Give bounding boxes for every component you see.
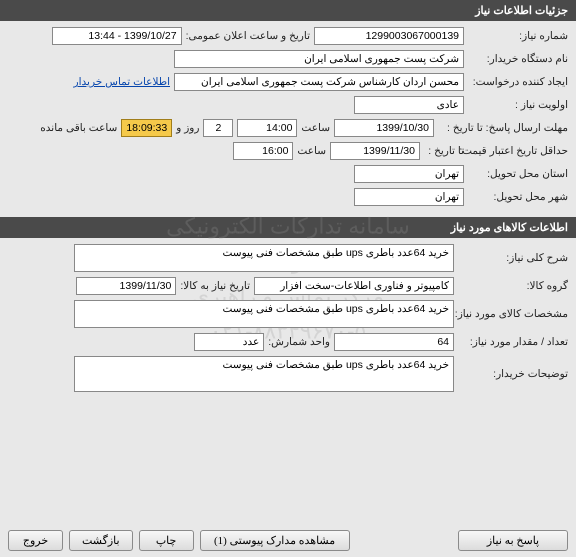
field-buyer-org: شرکت پست جمهوری اسلامی ایران bbox=[174, 50, 464, 68]
print-button[interactable]: چاپ bbox=[139, 530, 194, 551]
field-unit: عدد bbox=[194, 333, 264, 351]
label-need-number: شماره نیاز: bbox=[468, 30, 568, 42]
label-remaining: ساعت باقی مانده bbox=[40, 122, 117, 134]
label-priority: اولویت نیاز : bbox=[468, 99, 568, 111]
label-deadline: مهلت ارسال پاسخ: تا تاریخ : bbox=[438, 122, 568, 134]
section-goods-info: اطلاعات کالاهای مورد نیاز bbox=[0, 217, 576, 238]
field-days-left: 2 bbox=[203, 119, 233, 137]
field-need-number: 1299003067000139 bbox=[314, 27, 464, 45]
field-city: تهران bbox=[354, 188, 464, 206]
field-qty: 64 bbox=[334, 333, 454, 351]
label-goods-spec: مشخصات کالای مورد نیاز: bbox=[458, 308, 568, 320]
attachments-button[interactable]: مشاهده مدارک پیوستی (1) bbox=[200, 530, 350, 551]
label-buyer-notes: توضیحات خریدار: bbox=[458, 368, 568, 380]
field-announce: 1399/10/27 - 13:44 bbox=[52, 27, 182, 45]
label-goods-date: تاریخ نیاز به کالا: bbox=[180, 280, 250, 292]
field-deadline-time: 14:00 bbox=[237, 119, 297, 137]
field-state: تهران bbox=[354, 165, 464, 183]
respond-button[interactable]: پاسخ به نیاز bbox=[458, 530, 568, 551]
section-need-info: جزئیات اطلاعات نیاز bbox=[0, 0, 576, 21]
button-bar: خروج بازگشت چاپ مشاهده مدارک پیوستی (1) … bbox=[8, 530, 568, 551]
label-day-and: روز و bbox=[176, 122, 199, 134]
field-goods-group: کامپیوتر و فناوری اطلاعات-سخت افزار bbox=[254, 277, 454, 295]
field-priority: عادی bbox=[354, 96, 464, 114]
label-state: استان محل تحویل: bbox=[468, 168, 568, 180]
label-city: شهر محل تحویل: bbox=[468, 191, 568, 203]
exit-button[interactable]: خروج bbox=[8, 530, 63, 551]
label-time1: ساعت bbox=[301, 122, 330, 134]
field-deadline-date: 1399/10/30 bbox=[334, 119, 434, 137]
field-general-desc: خرید 64عدد باطری ups طبق مشخصات فنی پیوس… bbox=[74, 244, 454, 272]
label-announce: تاریخ و ساعت اعلان عمومی: bbox=[186, 30, 310, 42]
label-time2: ساعت bbox=[297, 145, 326, 157]
label-to-date: تا تاریخ : bbox=[424, 145, 464, 157]
label-min-valid: حداقل تاریخ اعتبار قیمت: bbox=[468, 145, 568, 157]
label-unit: واحد شمارش: bbox=[268, 336, 330, 348]
field-valid-time: 16:00 bbox=[233, 142, 293, 160]
label-creator: ایجاد کننده درخواست: bbox=[468, 76, 568, 88]
label-buyer-org: نام دستگاه خریدار: bbox=[468, 53, 568, 65]
field-time-left: 18:09:33 bbox=[121, 119, 172, 137]
label-general-desc: شرح کلی نیاز: bbox=[458, 252, 568, 264]
link-contact-info[interactable]: اطلاعات تماس خریدار bbox=[74, 76, 170, 88]
label-qty: تعداد / مقدار مورد نیاز: bbox=[458, 336, 568, 348]
back-button[interactable]: بازگشت bbox=[69, 530, 133, 551]
field-goods-spec: خرید 64عدد باطری ups طبق مشخصات فنی پیوس… bbox=[74, 300, 454, 328]
field-valid-date: 1399/11/30 bbox=[330, 142, 420, 160]
field-goods-date: 1399/11/30 bbox=[76, 277, 176, 295]
field-creator: محسن اردان کارشناس شرکت پست جمهوری اسلام… bbox=[174, 73, 464, 91]
field-buyer-notes: خرید 64عدد باطری ups طبق مشخصات فنی پیوس… bbox=[74, 356, 454, 392]
label-goods-group: گروه کالا: bbox=[458, 280, 568, 292]
